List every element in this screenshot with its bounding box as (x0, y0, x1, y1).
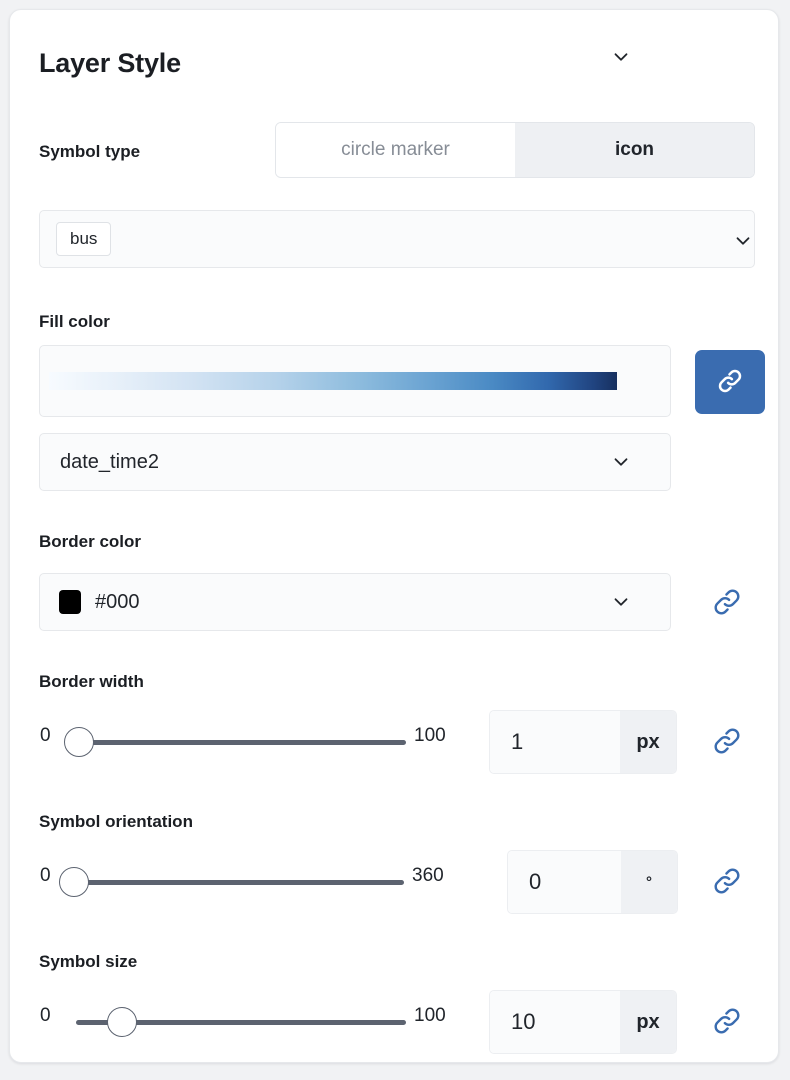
fill-color-field-select[interactable]: date_time2 (39, 433, 671, 491)
symbol-size-max: 100 (414, 1005, 446, 1026)
chevron-down-icon (732, 230, 754, 252)
symbol-orientation-slider[interactable] (59, 867, 404, 897)
border-color-label: Border color (39, 532, 142, 551)
icon-chip-bus[interactable]: bus (56, 222, 112, 256)
symbol-type-option-circle-marker[interactable]: circle marker (276, 123, 515, 177)
border-color-link-icon[interactable] (710, 585, 744, 619)
slider-thumb[interactable] (107, 1007, 138, 1037)
border-width-slider[interactable] (64, 727, 406, 757)
symbol-size-input[interactable]: 10 (490, 991, 620, 1053)
symbol-size-input-group[interactable]: 10 px (489, 990, 677, 1054)
symbol-orientation-unit: ° (621, 851, 677, 913)
symbol-type-segmented-control[interactable]: circle marker icon (275, 122, 755, 178)
icon-picker[interactable]: bus (39, 210, 755, 268)
symbol-orientation-max: 360 (412, 865, 444, 886)
border-width-unit: px (620, 711, 676, 773)
symbol-type-label: Symbol type (39, 142, 141, 161)
slider-track (76, 740, 406, 745)
gradient-preview (49, 372, 617, 390)
symbol-size-label: Symbol size (39, 952, 138, 971)
border-width-min: 0 (40, 725, 51, 746)
slider-track (74, 880, 404, 885)
symbol-size-slider[interactable] (76, 1007, 406, 1037)
border-color-value: #000 (95, 590, 140, 613)
fill-color-field-value: date_time2 (60, 450, 159, 473)
symbol-size-unit: px (620, 991, 676, 1053)
slider-thumb[interactable] (59, 867, 89, 897)
border-width-link-icon[interactable] (710, 724, 744, 758)
border-color-select[interactable]: #000 (39, 573, 671, 631)
symbol-orientation-min: 0 (40, 865, 51, 886)
symbol-orientation-link-icon[interactable] (710, 864, 744, 898)
fill-color-link-button[interactable] (695, 350, 765, 414)
chevron-down-icon (610, 46, 632, 68)
symbol-orientation-input-group[interactable]: 0 ° (507, 850, 678, 914)
border-width-input[interactable]: 1 (490, 711, 620, 773)
slider-thumb[interactable] (64, 727, 95, 757)
fill-color-gradient-select[interactable] (39, 345, 671, 417)
symbol-size-link-icon[interactable] (710, 1004, 744, 1038)
fill-color-label: Fill color (39, 312, 110, 331)
symbol-orientation-input[interactable]: 0 (508, 851, 621, 913)
symbol-type-option-icon[interactable]: icon (515, 123, 754, 177)
symbol-size-min: 0 (40, 1005, 51, 1026)
layer-style-panel: Layer Style Symbol type circle marker ic… (9, 9, 779, 1063)
border-width-max: 100 (414, 725, 446, 746)
page-title: Layer Style (39, 48, 181, 78)
symbol-orientation-label: Symbol orientation (39, 812, 193, 831)
border-width-input-group[interactable]: 1 px (489, 710, 677, 774)
link-icon (715, 366, 745, 399)
border-width-label: Border width (39, 672, 144, 691)
color-swatch (59, 590, 81, 614)
